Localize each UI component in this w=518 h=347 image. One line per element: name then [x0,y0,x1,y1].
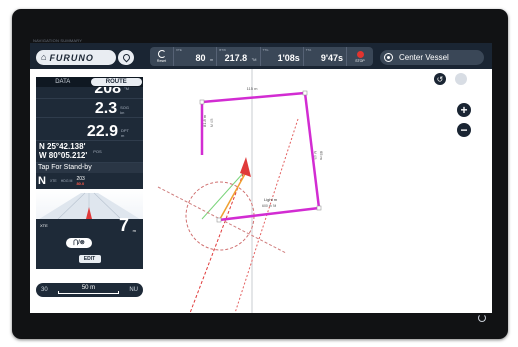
ship-sublabel: 600 m 'M [262,204,276,208]
home-button[interactable]: ⌂ FURUNO [36,50,116,65]
route-line [201,91,321,222]
highway-caption: XTE [40,223,48,228]
xte-caption: XTE [176,48,182,52]
undo-icon: ↺ [436,74,444,84]
sidebar-tabs: DATA ROUTE [36,77,143,87]
reset-button[interactable]: Reset [150,47,174,66]
scale-line [57,291,120,294]
top-caption: NAVIGATION SUMMARY [33,38,83,43]
tta-value: 9'47s [320,52,343,63]
cog-row: 208 °M [36,87,143,99]
heading-line-red [189,168,246,313]
zoom-in-button[interactable]: + [457,103,471,117]
xte-cell: XTE 80 m [174,47,218,66]
location-pin-icon [121,52,131,63]
leg-label-left: 81.8 m [202,114,207,127]
depth-value: 22.9 [86,123,118,140]
waypoint-1[interactable] [199,99,205,105]
scale-ruler: 50 m [48,285,130,295]
ttg-value: 1'08s [277,52,300,63]
ttg-caption: TTG [262,48,269,52]
center-vessel-button[interactable]: Center Vessel [380,50,484,65]
xte-row-label: XTE [49,179,57,183]
xte-row: N XTE HDG M 203 80.0 [36,173,143,189]
standby-button[interactable]: Tap For Stand-by [36,163,143,173]
tab-data[interactable]: DATA [37,78,89,86]
edit-button[interactable]: EDIT [78,255,101,263]
highway-xte-unit: m [132,228,136,233]
ship-label: Light m [264,197,278,202]
leg-label-right: 65 m [319,151,324,161]
longitude: W 80°05.212' [39,150,88,160]
cog-label: °M [124,87,129,91]
brand-name: FURUNO [49,52,94,63]
home-icon: ⌂ [41,52,47,62]
btw-value: 217.8 [224,52,248,63]
ship-vector-orange [219,173,246,220]
steer-button[interactable]: ⋂/⊗ [66,238,92,248]
position-row: N 25°42.138' W 80°05.212' POS [36,141,143,163]
undo-button[interactable]: ↺ [434,73,446,85]
scale-left: 30 [41,287,48,293]
btw-caption: BTW [219,48,226,52]
scale-right: NU [129,287,138,293]
leg-label-top: 115 m [247,86,258,91]
data-sidebar: DATA ROUTE 208 °M 2.3 SOG kn 22.9 DPT m N … [36,77,143,269]
sog-value: 2.3 [94,100,118,117]
sog-row: 2.3 SOG kn [36,99,143,118]
depth-unit: m [121,132,125,138]
scale-bar[interactable]: 30 50 m NU [36,283,143,297]
reset-icon [157,50,166,58]
plus-icon: + [460,103,468,117]
position-tag: POS [93,149,102,154]
waypoint-2[interactable] [302,90,308,96]
stop-label: STOP [355,58,365,63]
cog-value: 208 [94,87,122,97]
tta-cell: TTA 9'47s [304,47,347,66]
minus-icon: − [460,123,468,137]
hdg-caption: HDG M [60,179,73,183]
highway-display: XTE 7 m ⋂/⊗ [36,189,143,251]
reset-label: Reset [156,59,167,63]
center-vessel-label: Center Vessel [399,53,449,62]
zoom-out-button[interactable]: − [457,123,471,137]
btw-cell: BTW 217.8 °M [217,47,261,66]
ttg-cell: TTG 1'08s [261,47,304,66]
xte-red-value: 80.0 [76,180,85,186]
stop-button[interactable]: STOP [347,47,373,66]
btw-unit: °M [251,56,257,62]
stop-icon [356,50,364,58]
xte-unit: m [209,56,214,62]
power-icon[interactable] [478,314,486,322]
target-icon [384,53,393,62]
location-button[interactable] [118,50,134,65]
xte-value: 80 [195,52,206,63]
highway-xte-value: 7 [118,215,129,235]
north-letter: N [38,175,46,187]
depth-row: 22.9 DPT m [36,118,143,141]
waypoint-3[interactable] [316,205,322,211]
tta-caption: TTA [305,48,312,52]
tab-route[interactable]: ROUTE [90,78,142,86]
sog-unit: kn [120,109,125,115]
redo-button[interactable] [455,73,467,85]
nav-info-strip: Reset XTE 80 m BTW 217.8 °M TTG 1'08s TT… [150,47,373,66]
waypoint-4[interactable] [216,217,222,223]
leg-label-left-small: M 4'8 [210,118,214,127]
leg-label-right-small: M 4'8 [313,151,317,160]
